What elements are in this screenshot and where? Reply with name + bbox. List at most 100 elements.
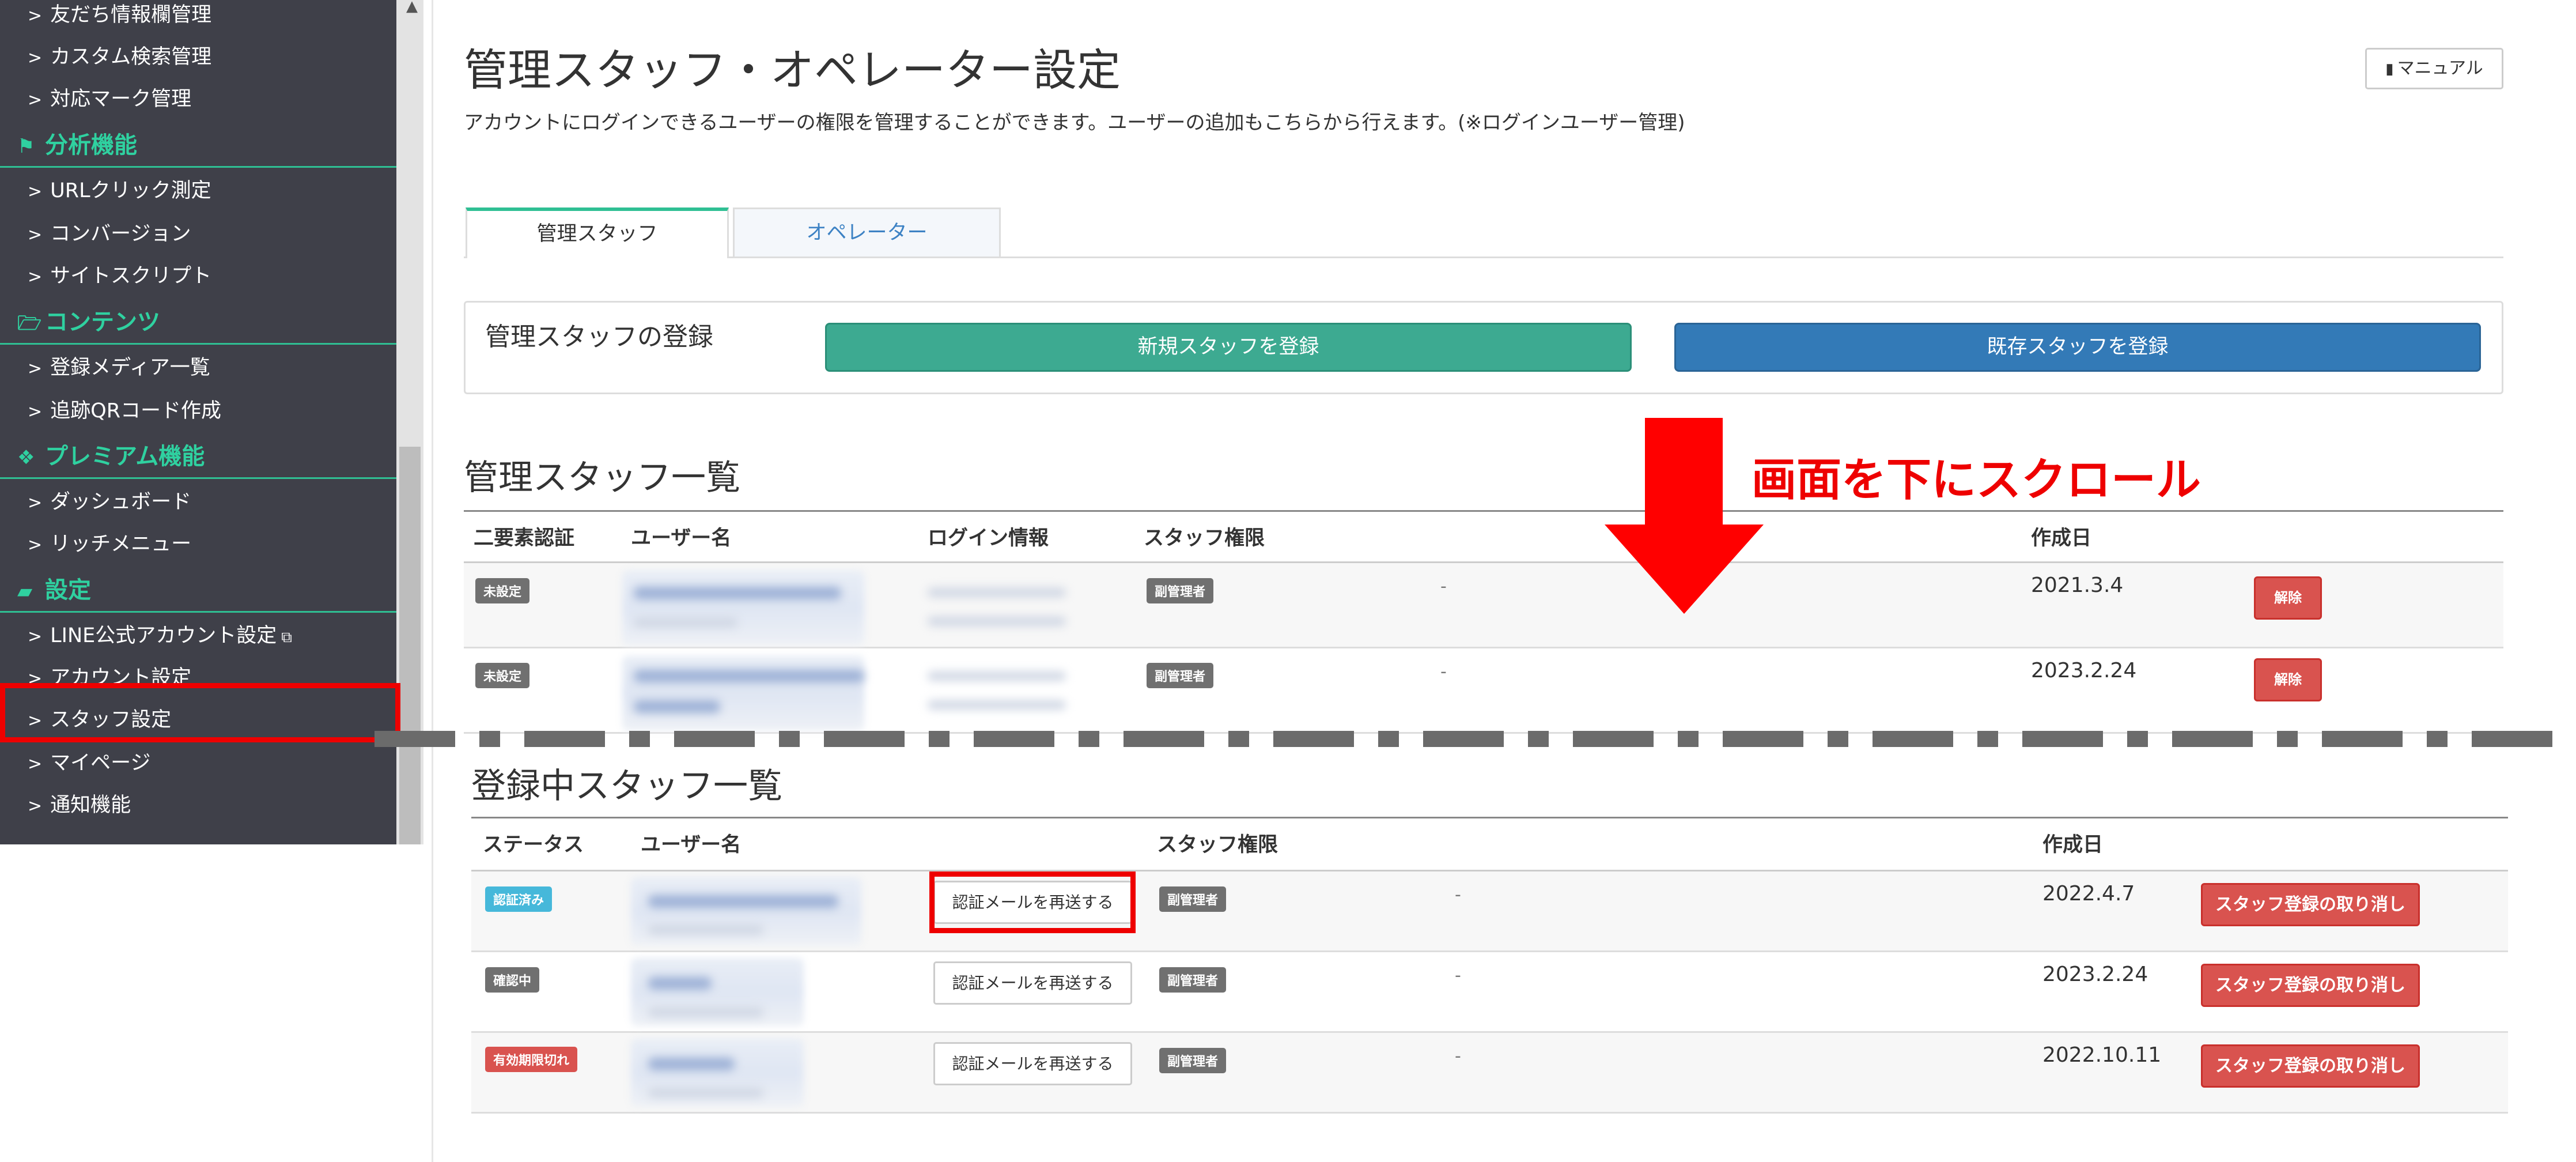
staff-list-title: 管理スタッフ一覧 (464, 458, 740, 498)
sidebar-category-premium: ❖ プレミアム機能 (0, 434, 396, 479)
column-two-factor: 二要素認証 (474, 527, 575, 550)
sidebar-scrollbar-thumb[interactable] (399, 447, 421, 844)
book-icon: ▮ (2385, 61, 2394, 78)
registering-list-header (471, 817, 2508, 871)
chevron-right-icon: > (28, 402, 43, 422)
sidebar-item-site-script[interactable]: > サイトスクリプト (0, 255, 396, 297)
comment-icon: ▰ (17, 580, 33, 603)
column-login-info: ログイン情報 (928, 527, 1049, 550)
blurred-username-line (634, 670, 864, 682)
remove-staff-button[interactable]: 解除 (2254, 658, 2322, 701)
registering-list-title: 登録中スタッフ一覧 (471, 766, 782, 806)
blurred-username-subline (648, 1088, 763, 1097)
sidebar-item-conversion[interactable]: > コンバージョン (0, 213, 396, 255)
blurred-username (622, 656, 864, 731)
chevron-right-icon: > (28, 225, 43, 245)
blurred-username-line (634, 587, 841, 599)
external-link-icon: ⧉ (281, 629, 292, 646)
role-badge: 副管理者 (1159, 967, 1227, 993)
cancel-staff-registration-button[interactable]: スタッフ登録の取り消し (2201, 1044, 2420, 1088)
created-date: 2022.10.11 (2042, 1043, 2162, 1067)
sidebar-item-friend-info[interactable]: > 友だち情報欄管理 (0, 0, 396, 36)
left-blank-area (0, 844, 432, 1162)
chevron-right-icon: > (28, 90, 43, 110)
blurred-username (631, 877, 861, 945)
two-factor-badge: 未設定 (475, 578, 530, 603)
blurred-username-subline (634, 700, 720, 713)
sidebar-item-dashboard[interactable]: > ダッシュボード (0, 481, 396, 523)
blurred-login-line (928, 671, 1066, 681)
resend-button-highlight (929, 871, 1136, 933)
column-username: ユーザー名 (641, 833, 742, 857)
chevron-right-icon: > (28, 493, 43, 513)
staff-list-header (464, 510, 2503, 563)
sidebar-item-rich-menu[interactable]: > リッチメニュー (0, 523, 396, 565)
sidebar-item-url-click[interactable]: > URLクリック測定 (0, 170, 396, 212)
tab-underline (464, 256, 2503, 258)
sidebar-item-custom-search[interactable]: > カスタム検索管理 (0, 36, 396, 78)
created-date: 2023.2.24 (2031, 659, 2137, 682)
sidebar-item-line-account[interactable]: > LINE公式アカウント設定 ⧉ (0, 615, 396, 657)
chevron-right-icon: > (28, 6, 43, 26)
created-date: 2021.3.4 (2031, 574, 2124, 597)
blurred-username-subline (634, 618, 737, 627)
row-note: - (1455, 885, 1461, 905)
row-note: - (1455, 965, 1461, 986)
page-description: アカウントにログインできるユーザーの権限を管理することができます。ユーザーの追加… (464, 111, 1685, 134)
manual-button[interactable]: ▮ マニュアル (2365, 48, 2503, 89)
chevron-right-icon: > (28, 48, 43, 68)
row-note: - (1440, 662, 1447, 682)
scroll-up-arrow-icon[interactable]: ▲ (403, 0, 421, 21)
flag-icon: ⚑ (17, 135, 35, 158)
blurred-login-line (928, 588, 1066, 597)
chevron-right-icon: > (28, 754, 43, 774)
row-note: - (1455, 1046, 1461, 1066)
created-date: 2023.2.24 (2042, 963, 2148, 986)
sidebar-category-settings: ▰ 設定 (0, 568, 396, 613)
sidebar-category-contents: 🗁 コンテンツ (0, 300, 396, 345)
blurred-username-subline (648, 1008, 763, 1017)
column-username: ユーザー名 (631, 527, 732, 550)
cancel-staff-registration-button[interactable]: スタッフ登録の取り消し (2201, 883, 2420, 926)
scroll-instruction: 画面を下にスクロール (1752, 454, 2201, 506)
blurred-username-subline (648, 925, 763, 934)
blurred-username-line (648, 977, 712, 990)
staff-register-label: 管理スタッフの登録 (485, 322, 713, 352)
role-badge: 副管理者 (1159, 1048, 1227, 1073)
page-title: 管理スタッフ・オペレーター設定 (464, 44, 1121, 96)
sidebar-item-qr-code[interactable]: > 追跡QRコード作成 (0, 390, 396, 432)
sidebar-item-mark[interactable]: > 対応マーク管理 (0, 78, 396, 120)
chevron-right-icon: > (28, 796, 43, 816)
two-factor-badge: 未設定 (475, 663, 530, 688)
status-badge: 認証済み (485, 886, 553, 912)
status-badge: 有効期限切れ (485, 1047, 578, 1072)
scroll-down-arrow-shaft (1645, 418, 1723, 527)
blurred-username (622, 571, 864, 646)
chevron-right-icon: > (28, 267, 43, 287)
tab-operator[interactable]: オペレーター (733, 207, 1001, 256)
tab-admin-staff[interactable]: 管理スタッフ (466, 207, 729, 258)
role-badge: 副管理者 (1147, 663, 1214, 688)
remove-staff-button[interactable]: 解除 (2254, 576, 2322, 620)
role-badge: 副管理者 (1147, 578, 1214, 603)
sidebar-category-analytics: ⚑ 分析機能 (0, 123, 396, 168)
sidebar-item-media-list[interactable]: > 登録メディア一覧 (0, 347, 396, 389)
blurred-login-line (928, 617, 1066, 626)
register-new-staff-button[interactable]: 新規スタッフを登録 (825, 323, 1632, 372)
status-badge: 確認中 (485, 967, 540, 993)
resend-auth-email-button[interactable]: 認証メールを再送する (933, 1042, 1132, 1085)
role-badge: 副管理者 (1159, 886, 1227, 912)
resend-auth-email-button[interactable]: 認証メールを再送する (933, 961, 1132, 1005)
chevron-right-icon: > (28, 627, 43, 647)
column-status: ステータス (483, 833, 584, 857)
chevron-right-icon: > (28, 182, 43, 202)
sidebar-item-notification[interactable]: > 通知機能 (0, 784, 396, 827)
sidebar-item-mypage[interactable]: > マイページ (0, 742, 396, 784)
blurred-username-line (648, 1058, 735, 1070)
column-created: 作成日 (2031, 527, 2092, 550)
main-left-border (432, 0, 433, 1162)
cancel-staff-registration-button[interactable]: スタッフ登録の取り消し (2201, 964, 2420, 1007)
register-existing-staff-button[interactable]: 既存スタッフを登録 (1674, 323, 2481, 372)
created-date: 2022.4.7 (2042, 882, 2135, 906)
scroll-cut-divider (375, 731, 2576, 747)
